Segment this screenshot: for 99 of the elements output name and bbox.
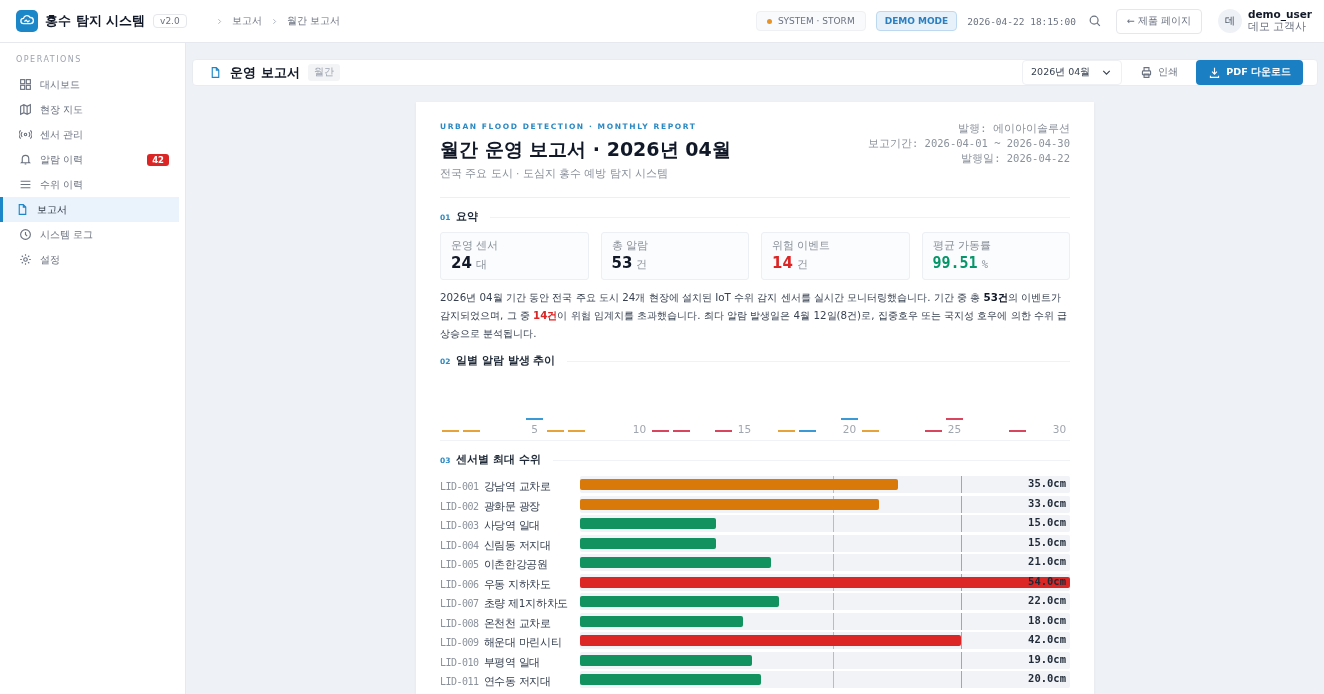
day-label: 5 (531, 423, 538, 435)
breadcrumb-link[interactable]: 월간 보고서 (286, 14, 340, 28)
datetime-text: 2026-04-22 18:15:00 (967, 15, 1076, 27)
app-title: 홍수 탐지 시스템 (45, 12, 146, 30)
section-title: 일별 알람 발생 추이 (456, 354, 556, 368)
sensor-id: LID-001 (440, 481, 479, 493)
kpi-unit: 건 (636, 258, 648, 272)
level-reading: 15.0cm (1028, 535, 1066, 548)
sensor-name: 온천천 교차로 (483, 616, 551, 629)
breadcrumb-link[interactable]: 보고서 (231, 14, 262, 28)
kpi-unit: 건 (796, 258, 808, 272)
level-reading: 35.0cm (1028, 477, 1066, 490)
section-title: 요약 (456, 210, 479, 224)
nav-item[interactable]: 보고서 (0, 197, 179, 222)
print-button[interactable]: 인쇄 (1130, 61, 1189, 84)
kpi-value: 14 (772, 254, 793, 272)
status-indicator: SYSTEM · STORM (755, 11, 866, 31)
sensor-name: 사당역 일대 (483, 519, 541, 532)
sensor-name: 신림동 저지대 (483, 538, 551, 551)
bell-icon (19, 153, 32, 166)
page-title: 운영 보고서 (230, 63, 300, 82)
sensor-name: 광화문 광장 (483, 499, 541, 512)
kpi-value: 99.51 (932, 254, 978, 272)
report-meta-text: 발행: 에이아이솔루션 (958, 122, 1070, 136)
kpi-unit: 대 (475, 258, 487, 272)
level-reading: 19.0cm (1028, 652, 1066, 665)
month-select[interactable]: 2026년 04월 (1022, 60, 1123, 85)
level-reading: 20.0cm (1028, 672, 1066, 685)
kpi-label: 위험 이벤트 (772, 239, 832, 253)
map-icon (19, 103, 32, 116)
search-icon[interactable] (1087, 14, 1102, 28)
download-icon (1208, 66, 1222, 79)
report-type-tag: 월간 (307, 64, 340, 81)
nav-item[interactable]: 현장 지도 (0, 97, 179, 122)
nav-item[interactable]: 수위 이력 (0, 172, 179, 197)
level-reading: 42.0cm (1028, 633, 1066, 646)
settings-icon (19, 253, 32, 266)
nav-section-label: OPERATIONS (15, 55, 83, 66)
signal-icon (19, 128, 32, 141)
level-reading: 18.0cm (1028, 613, 1066, 626)
user-org: 데모 고객사 (1247, 20, 1307, 34)
day-label: 15 (737, 423, 752, 435)
sensor-name: 이촌한강공원 (483, 558, 548, 571)
count-badge: 42 (147, 153, 169, 166)
level-reading: 33.0cm (1028, 496, 1066, 509)
level-reading: 21.0cm (1028, 555, 1066, 568)
report-subtitle: 전국 주요 도시 · 도심지 홍수 예방 탐지 시스템 (440, 167, 670, 181)
version-tag: v2.0 (153, 14, 187, 28)
kpi-unit: % (981, 258, 988, 270)
summary-paragraph: 2026년 04월 기간 동안 전국 주요 도시 24개 현장에 설치된 IoT 수위 감지 센서를 실시간 모니터링했습니다. 기간 중 총 53건의 이벤트가 감지되었으며, 그 중 14건이 위험 임계치를 초과했습니다. 최다 알람 발생일은 4월 12일(8건)로, 집중호우 또는 국지성 호우에 의한 수위 급상승으로 분석됩니다. (440, 290, 1069, 341)
kpi-value: 53 (611, 254, 633, 272)
kpi-label: 총 알람 (611, 239, 649, 253)
kpi-label: 운영 센서 (451, 239, 500, 253)
grid-icon (19, 78, 32, 91)
mode-badge: DEMO MODE (875, 11, 958, 31)
section-title: 센서별 최대 수위 (456, 453, 541, 467)
report-title: 월간 운영 보고서 · 2026년 04월 (440, 137, 731, 162)
sensor-name: 해운대 마린시티 (483, 636, 562, 649)
sensor-name: 연수동 저지대 (483, 675, 551, 688)
document-icon (16, 203, 29, 216)
sensor-name: 부평역 일대 (483, 655, 541, 668)
clock-icon (19, 228, 32, 241)
list-icon (19, 178, 32, 191)
nav-item[interactable]: 설정 (0, 247, 179, 272)
user-name: demo_user (1247, 8, 1312, 20)
report-meta-text: 발행일: 2026-04-22 (961, 152, 1070, 166)
nav-item[interactable]: 센서 관리 (0, 122, 179, 147)
sensor-id: LID-010 (440, 656, 479, 668)
nav-item[interactable]: 시스템 로그 (0, 222, 179, 247)
sensor-name: 우동 지하차도 (483, 577, 551, 590)
document-icon (209, 66, 222, 79)
nav-item[interactable]: 대시보드 (0, 72, 179, 97)
sensor-name: 강남역 교차로 (483, 480, 551, 493)
sensor-id: LID-009 (440, 637, 479, 649)
sensor-id: LID-003 (440, 520, 479, 532)
day-label: 30 (1052, 423, 1067, 435)
user-avatar[interactable]: 데 (1217, 9, 1242, 33)
nav-item[interactable]: 알람 이력 42 (0, 147, 179, 172)
back-link-button[interactable]: ← 제품 페이지 (1115, 8, 1202, 34)
kpi-value: 24 (451, 254, 472, 272)
sensor-name: 초량 제1지하차도 (483, 597, 568, 610)
level-reading: 22.0cm (1028, 594, 1066, 607)
sensor-id: LID-005 (440, 559, 479, 571)
day-label: 25 (947, 423, 962, 435)
sensor-id: LID-007 (440, 598, 479, 610)
sensor-id: LID-002 (440, 500, 479, 512)
day-label: 20 (842, 423, 857, 435)
kpi-label: 평균 가동률 (932, 239, 992, 253)
printer-icon (1140, 66, 1154, 79)
level-reading: 54.0cm (1028, 574, 1066, 587)
sensor-id: LID-004 (440, 539, 479, 551)
day-label: 10 (632, 423, 647, 435)
sensor-id: LID-008 (440, 617, 479, 629)
sensor-id: LID-006 (440, 578, 479, 590)
pdf-download-button[interactable]: PDF 다운로드 (1196, 60, 1303, 85)
level-reading: 15.0cm (1028, 516, 1066, 529)
sensor-id: LID-011 (440, 676, 479, 688)
app-logo (16, 10, 38, 32)
report-meta-text: 보고기간: 2026-04-01 ~ 2026-04-30 (867, 137, 1070, 151)
